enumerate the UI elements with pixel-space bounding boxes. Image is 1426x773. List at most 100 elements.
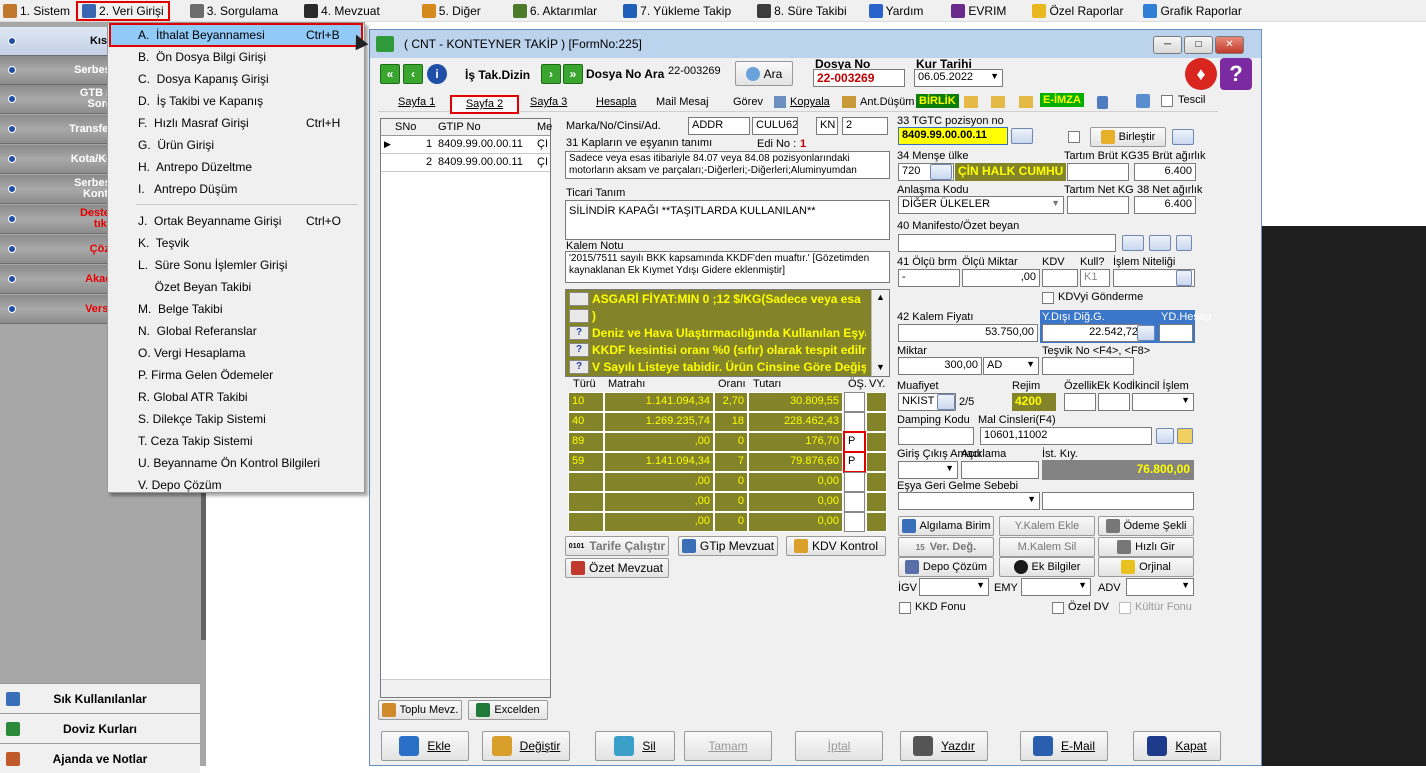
hizli-gir-button[interactable]: Hızlı Gir — [1098, 537, 1194, 557]
dropdown-item-7[interactable]: I. Antrepo Düşüm — [110, 178, 362, 200]
tax-row[interactable]: ,00 0 0,00 — [568, 472, 890, 492]
igv-select[interactable]: ▼ — [919, 578, 989, 596]
dropdown-item-1[interactable]: B. Ön Dosya Bilgi Girişi — [110, 46, 362, 68]
bottom-button-7[interactable]: Kapat — [1133, 731, 1221, 761]
bottom-button-5[interactable]: Yazdır — [900, 731, 988, 761]
tax-cell-oran[interactable]: 18 — [714, 412, 748, 432]
kdv-gonderme-checkbox[interactable] — [1042, 292, 1054, 304]
mal-cinsleri-edit-icon[interactable] — [1177, 428, 1193, 444]
depo-cozum-button[interactable]: Depo Çözüm — [898, 557, 994, 577]
bottom-button-1[interactable]: Değiştir — [482, 731, 570, 761]
menu-item-0[interactable]: 1. Sistem — [0, 1, 76, 21]
tax-row[interactable]: ,00 0 0,00 — [568, 492, 890, 512]
tab-sayfa-3[interactable]: Sayfa 3 — [530, 96, 567, 108]
warnings-scrollbar[interactable]: ▲ ▼ — [871, 290, 889, 376]
kkd-fonu-checkbox[interactable] — [899, 602, 911, 614]
mense-name-field[interactable]: ÇİN HALK CUMHU — [955, 163, 1066, 181]
ticari-tanim-textarea[interactable]: SİLİNDİR KAPAĞI **TAŞITLARDA KULLANILAN*… — [565, 200, 890, 240]
kdv-field[interactable] — [1042, 269, 1078, 287]
question-icon[interactable]: ? — [569, 360, 589, 374]
warning-marker[interactable] — [569, 309, 589, 323]
document-search-icon[interactable] — [1136, 94, 1150, 108]
close-button[interactable]: ✕ — [1215, 36, 1244, 54]
ist-kiy-field[interactable]: 76.800,00 — [1042, 460, 1194, 480]
dropdown-item-4[interactable]: F. Hızlı Masraf Girişi Ctrl+H — [110, 112, 362, 134]
tax-cell-matrah[interactable]: ,00 — [604, 512, 714, 532]
ozel-dv-checkbox[interactable] — [1052, 602, 1064, 614]
tax-cell-matrah[interactable]: 1.269.235,74 — [604, 412, 714, 432]
menu-item-11[interactable]: Grafik Raporlar — [1129, 1, 1247, 21]
tax-cell-turu[interactable] — [568, 512, 604, 532]
grid-col-gtip[interactable]: GTIP No — [438, 121, 481, 133]
tax-cell-matrah[interactable]: ,00 — [604, 432, 714, 452]
scroll-up-icon[interactable]: ▲ — [876, 292, 885, 302]
footer-panel-1[interactable]: Doviz Kurları — [0, 713, 200, 743]
tax-cell-tutar[interactable]: 228.462,43 — [748, 412, 843, 432]
marka-field-2[interactable]: CULU62 — [752, 117, 798, 135]
tax-cell-os[interactable] — [844, 512, 865, 532]
tax-cell-turu[interactable]: 10 — [568, 392, 604, 412]
dropdown-item-18[interactable]: T. Ceza Takip Sistemi — [110, 430, 362, 452]
tax-cell-tutar[interactable]: 0,00 — [748, 472, 843, 492]
tartim-net-field[interactable] — [1067, 196, 1129, 214]
dropdown-item-11[interactable]: Özet Beyan Takibi — [110, 276, 362, 298]
manifesto-copy-icon[interactable] — [1176, 235, 1192, 251]
tax-cell-oran[interactable]: 0 — [714, 432, 748, 452]
manifesto-detail-icon[interactable] — [1149, 235, 1171, 251]
is-tak-dizin-label[interactable]: İş Tak.Dizin — [465, 68, 530, 82]
tax-cell-os[interactable]: P — [843, 431, 866, 453]
dropdown-item-2[interactable]: C. Dosya Kapanış Girişi — [110, 68, 362, 90]
chevron-down-icon[interactable]: ▼ — [1051, 198, 1060, 208]
chevron-down-icon[interactable]: ▼ — [1181, 395, 1190, 405]
dropdown-item-10[interactable]: L. Süre Sonu İşlemler Girişi — [110, 254, 362, 276]
dropdown-item-5[interactable]: G. Ürün Girişi — [110, 134, 362, 156]
rejim-field[interactable]: 4200 — [1012, 393, 1056, 411]
folder-forward-icon[interactable] — [1019, 96, 1033, 108]
ek-kod-field[interactable] — [1098, 393, 1130, 411]
menu-item-10[interactable]: Özel Raporlar — [1012, 1, 1129, 21]
ydisi-calc-icon[interactable] — [1137, 325, 1155, 341]
olcu-miktar-field[interactable]: ,00 — [962, 269, 1040, 287]
birlik-badge[interactable]: BİRLİK — [916, 94, 959, 108]
algilama-birim-button[interactable]: Algılama Birim — [898, 516, 994, 536]
tax-cell-vy[interactable] — [866, 392, 887, 412]
kalem-notu-textarea[interactable]: '2015/7511 sayılı BKK kapsamında KKDF'de… — [565, 251, 890, 283]
tax-cell-turu[interactable]: 89 — [568, 432, 604, 452]
tax-cell-oran[interactable]: 7 — [714, 452, 748, 472]
menu-item-4[interactable]: 5. Diğer — [386, 1, 487, 21]
tartim-brut-field[interactable] — [1067, 163, 1129, 181]
dropdown-item-8[interactable]: J. Ortak Beyanname Girişi Ctrl+O — [110, 210, 362, 232]
tax-cell-os[interactable] — [844, 472, 865, 492]
esya-geri-field[interactable] — [1042, 492, 1194, 510]
toplu-mevz-button[interactable]: Toplu Mevz. — [378, 700, 462, 720]
tab-mail-mesaj[interactable]: Mail Mesaj — [656, 96, 709, 108]
tax-cell-vy[interactable] — [866, 492, 887, 512]
dropdown-item-13[interactable]: N. Global Referanslar — [110, 320, 362, 342]
scroll-down-icon[interactable]: ▼ — [876, 362, 885, 372]
tax-cell-oran[interactable]: 0 — [714, 512, 748, 532]
tax-cell-os[interactable] — [844, 492, 865, 512]
tax-cell-turu[interactable]: 40 — [568, 412, 604, 432]
ydisi-field[interactable]: 22.542,72 — [1042, 324, 1142, 342]
islem-niteligi-lookup-button[interactable] — [1176, 270, 1192, 286]
dropdown-item-3[interactable]: D. İş Takibi ve Kapanış — [110, 90, 362, 112]
menu-item-6[interactable]: 7. Yükleme Takip — [603, 1, 737, 21]
anlasma-select[interactable]: DİĞER ÜLKELER ▼ — [898, 196, 1064, 214]
chevron-down-icon[interactable]: ▼ — [976, 580, 985, 590]
tax-cell-turu[interactable] — [568, 472, 604, 492]
odeme-sekli-button[interactable]: Ödeme Şekli — [1098, 516, 1194, 536]
grid-hscrollbar[interactable] — [381, 679, 550, 697]
bottom-button-4[interactable]: İptal — [795, 731, 883, 761]
tax-cell-vy[interactable] — [866, 452, 887, 472]
first-record-button[interactable]: « — [380, 64, 400, 84]
bottom-button-0[interactable]: Ekle — [381, 731, 469, 761]
dropdown-item-17[interactable]: S. Dilekçe Takip Sistemi — [110, 408, 362, 430]
menu-item-9[interactable]: EVRIM — [929, 1, 1012, 21]
ara-button[interactable]: Ara — [735, 61, 793, 86]
adv-select[interactable]: ▼ — [1126, 578, 1194, 596]
eimza-badge[interactable]: E-İMZA — [1040, 93, 1084, 107]
folder-up-icon[interactable] — [991, 96, 1005, 108]
kull-field[interactable]: K1 — [1080, 269, 1110, 287]
birlestir-button[interactable]: Birleştir — [1090, 127, 1166, 147]
dropdown-item-16[interactable]: R. Global ATR Takibi — [110, 386, 362, 408]
